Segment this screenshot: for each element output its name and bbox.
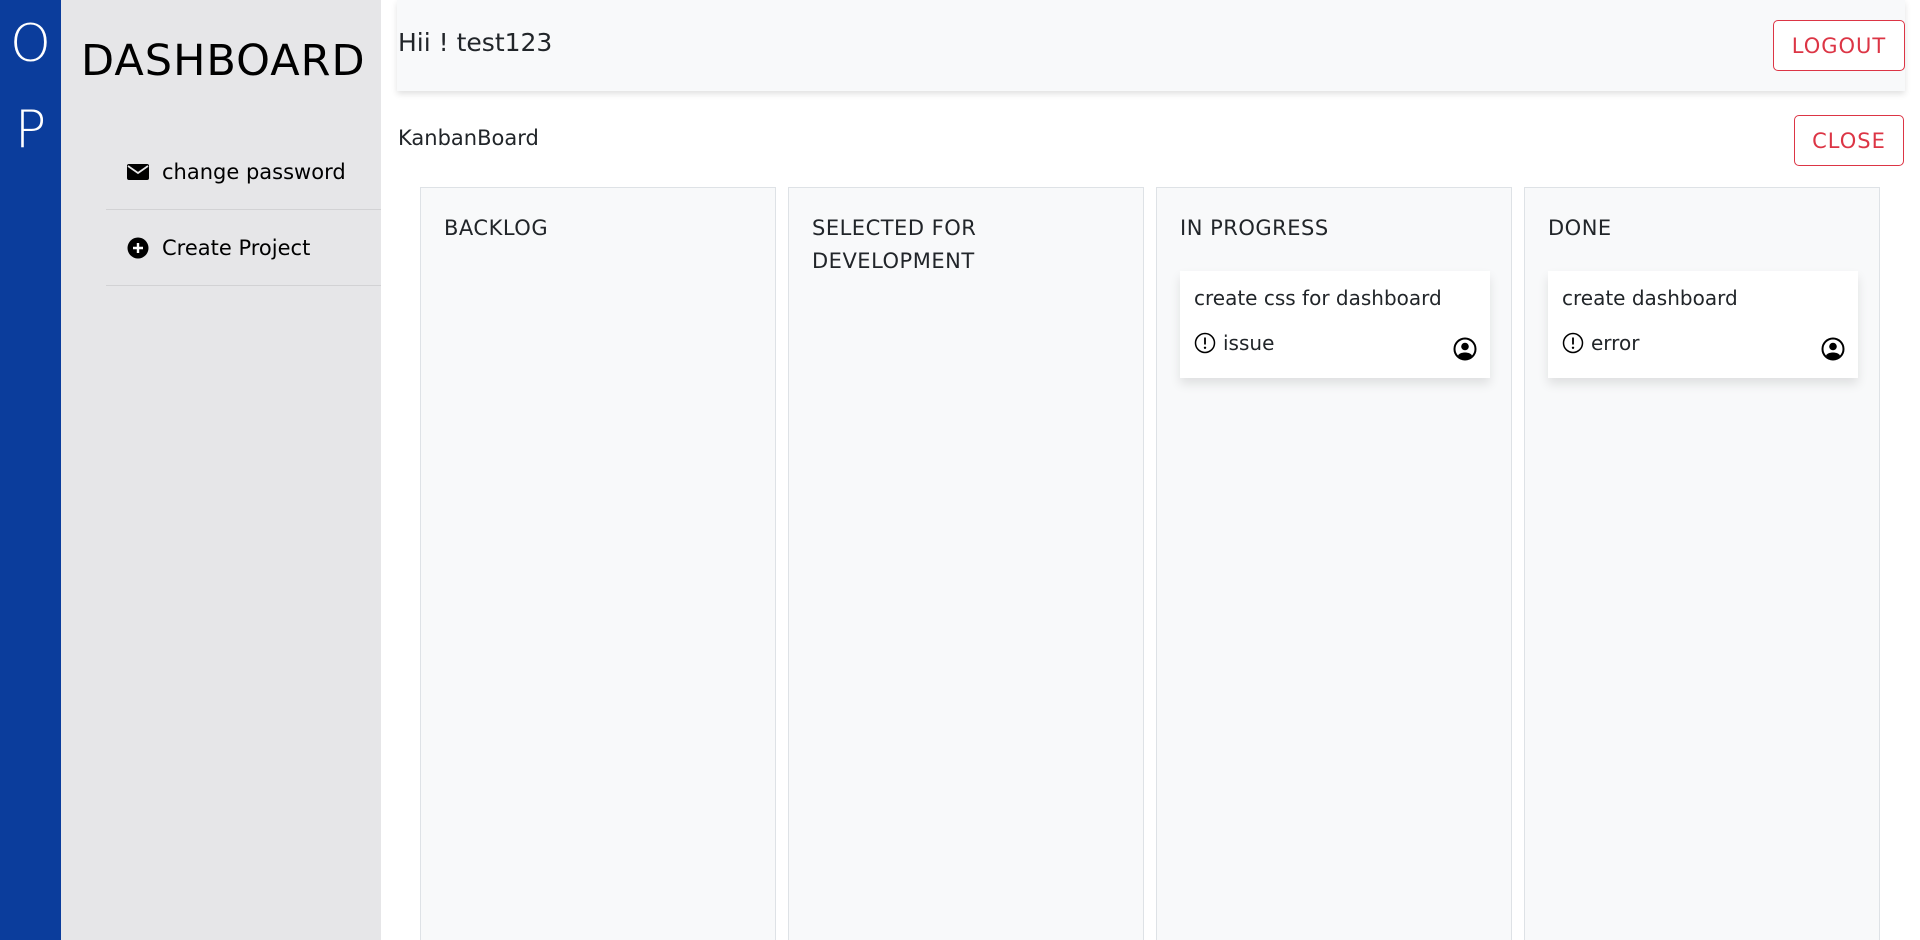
sidebar-item-label: Create Project [162,235,311,260]
user-greeting: Hii ! test123 [398,28,553,57]
brand-letter-p: P [14,100,47,160]
sidebar-menu: change password Create Project [106,134,381,286]
card-type: error [1591,331,1640,355]
close-button[interactable]: CLOSE [1794,115,1904,166]
sidebar-item-create-project[interactable]: Create Project [106,210,381,286]
task-card[interactable]: create css for dashboard issue [1180,271,1490,378]
column-title: DONE [1548,216,1612,240]
column-title: IN PROGRESS [1180,216,1329,240]
user-circle-icon [1821,337,1845,361]
envelope-icon [127,161,149,183]
column-backlog[interactable]: BACKLOG [420,187,776,940]
card-type: issue [1223,331,1275,355]
card-meta: error [1562,331,1639,355]
column-selected-for-development[interactable]: SELECTED FOR DEVELOPMENT [788,187,1144,940]
card-meta: issue [1194,331,1274,355]
app: O P DASHBOARD change password Create Pro… [0,0,1920,940]
top-bar: Hii ! test123 LOGOUT [397,0,1905,91]
column-in-progress[interactable]: IN PROGRESS create css for dashboard iss… [1156,187,1512,940]
card-title: create dashboard [1562,286,1738,310]
sidebar-item-change-password[interactable]: change password [106,134,381,210]
alert-circle-icon [1194,332,1216,354]
sidebar-item-label: change password [162,159,346,184]
main-content: Hii ! test123 LOGOUT KanbanBoard CLOSE B… [381,0,1920,940]
alert-circle-icon [1562,332,1584,354]
board-title: KanbanBoard [398,126,539,150]
user-circle-icon [1453,337,1477,361]
column-title: BACKLOG [444,216,549,240]
brand-strip: O P [0,0,61,940]
brand-letter-o: O [10,14,51,74]
card-title: create css for dashboard [1194,286,1442,310]
column-title: SELECTED FOR DEVELOPMENT [812,216,977,273]
sidebar: DASHBOARD change password Create Project [61,0,381,940]
plus-circle-icon [127,237,149,259]
sidebar-title: DASHBOARD [81,36,366,86]
task-card[interactable]: create dashboard error [1548,271,1858,378]
column-done[interactable]: DONE create dashboard error [1524,187,1880,940]
logout-button[interactable]: LOGOUT [1773,20,1905,71]
